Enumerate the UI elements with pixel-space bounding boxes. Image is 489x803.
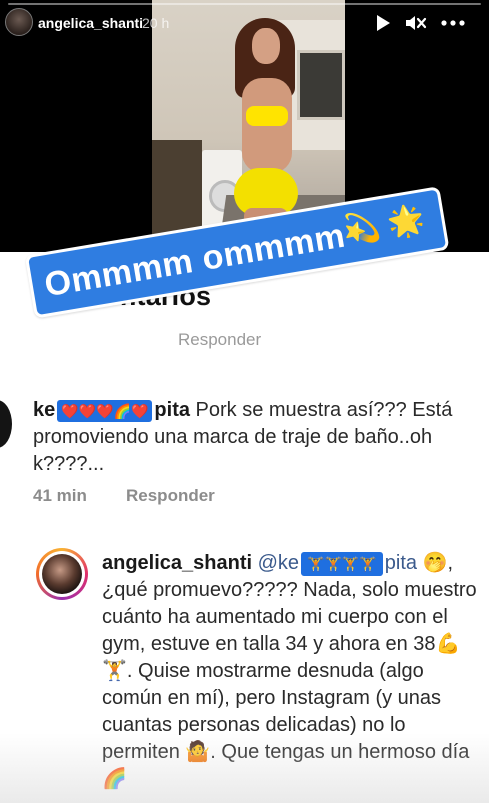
reply-button[interactable]: Responder [126, 486, 215, 506]
partial-reply-text: Responder [178, 330, 262, 349]
comment-1-time: 41 min [33, 486, 87, 505]
sparkle-emoji: 💫 [340, 209, 383, 249]
reply-avatar-image [42, 554, 82, 594]
comment-2-text: 🤭, ¿qué promuevo????? Nada, solo muestro… [102, 552, 477, 790]
mention-end: pita [384, 552, 418, 574]
post-time: 20 h [142, 15, 170, 31]
reply-avatar-ring [39, 551, 85, 597]
window [297, 50, 345, 120]
person-figure [230, 18, 300, 238]
mention-start: @ke [257, 552, 300, 574]
swimsuit-top [246, 106, 288, 126]
emoji-sticker-hearts: ❤️❤️❤️🌈❤️ [57, 399, 153, 422]
username[interactable]: angelica_shanti [38, 15, 143, 31]
commenter-avatar [0, 400, 12, 448]
comment-2: angelica_shanti @ke 🏋️🏋️🏋️🏋️ pita 🤭, ¿qué … [102, 550, 486, 793]
commenter-name: ke [33, 399, 56, 421]
more-icon[interactable] [440, 13, 466, 33]
reply-author: angelica_shanti [102, 552, 253, 574]
mute-icon[interactable] [405, 13, 427, 33]
comment-1: ke ❤️❤️❤️🌈❤️ pita Pork se muestra así??? E… [33, 397, 473, 478]
comments-screenshot: Comentarios Responder ke❤️❤️❤️🌈❤️pita Po… [0, 252, 489, 803]
story-progress-bar [8, 3, 481, 5]
emoji-sticker-gym: 🏋️🏋️🏋️🏋️ [301, 551, 383, 576]
story-frame: angelica_shanti 20 h Comentarios Respond… [0, 0, 489, 803]
play-icon[interactable] [372, 13, 394, 33]
avatar[interactable] [5, 8, 33, 36]
star-emoji: 🌟 [384, 202, 428, 241]
commenter-name-end: pita [154, 399, 190, 421]
reply-avatar [36, 548, 88, 600]
story-header: angelica_shanti 20 h [0, 6, 489, 42]
